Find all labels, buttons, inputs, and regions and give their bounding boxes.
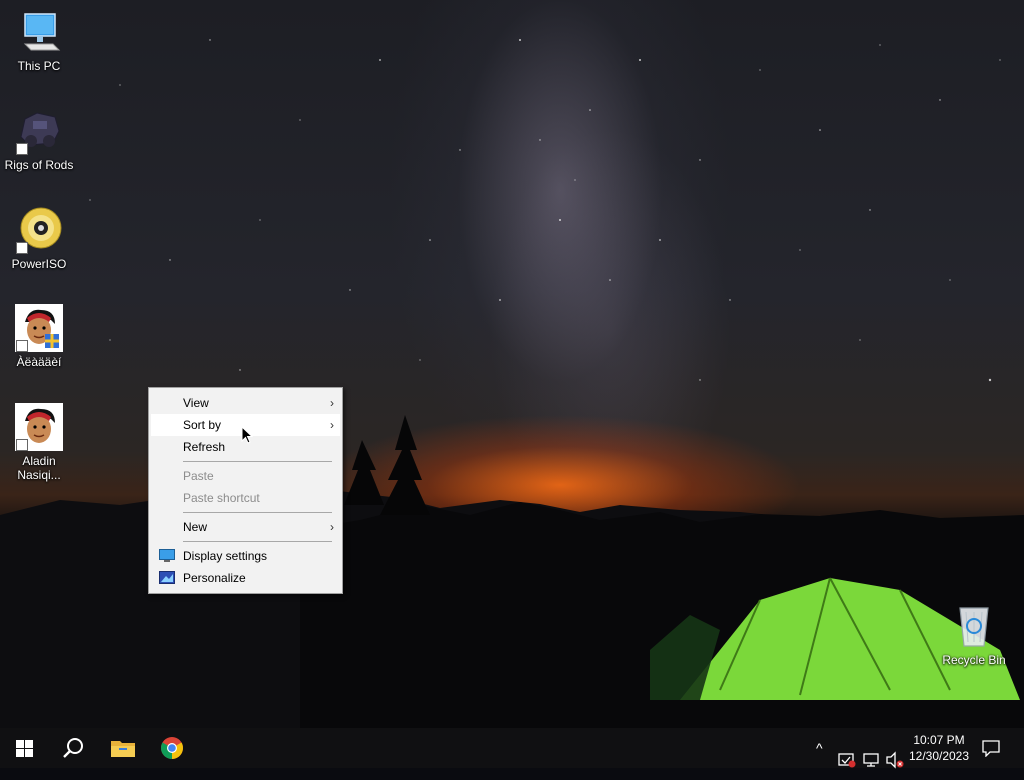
menu-item-paste[interactable]: Paste — [151, 465, 340, 487]
desktop-icon-label: PowerISO — [11, 257, 67, 271]
submenu-arrow-icon: › — [330, 418, 334, 432]
this-pc-icon — [23, 13, 61, 51]
desktop-icon-aladdin[interactable]: Àëàääèí — [1, 304, 77, 369]
shortcut-arrow-icon — [16, 439, 28, 451]
shortcut-arrow-icon — [16, 143, 28, 155]
search-icon — [63, 738, 83, 758]
desktop-icon-label: Rigs of Rods — [4, 158, 74, 172]
desktop-icon-label: Recycle Bin — [942, 653, 1006, 667]
security-icon[interactable] — [838, 740, 856, 780]
clock-time: 10:07 PM — [913, 733, 965, 747]
mouse-cursor-icon — [241, 426, 253, 444]
notification-center-icon[interactable] — [982, 740, 1000, 757]
menu-item-paste-shortcut[interactable]: Paste shortcut — [151, 487, 340, 509]
search-button[interactable] — [48, 728, 96, 768]
desktop-icon-label: This PC — [17, 59, 61, 73]
submenu-arrow-icon: › — [330, 520, 334, 534]
file-explorer-button[interactable] — [98, 728, 146, 768]
chrome-icon — [161, 737, 183, 759]
menu-item-display-settings[interactable]: Display settings — [151, 545, 340, 567]
volume-muted-icon[interactable] — [885, 740, 905, 780]
desktop-icon-poweriso[interactable]: PowerISO — [1, 206, 77, 271]
file-explorer-icon — [111, 741, 135, 757]
network-icon[interactable] — [862, 740, 880, 780]
desktop[interactable]: This PC Rigs of Rods PowerISO Àëàääèí Al… — [0, 0, 1024, 728]
desktop-icon-label: Aladin Nasiqi... — [17, 454, 61, 482]
taskbar: ^ 10:07 PM 12/30/2023 — [0, 728, 1024, 769]
desktop-icon-rigs-of-rods[interactable]: Rigs of Rods — [1, 107, 77, 172]
menu-separator — [183, 541, 332, 542]
shortcut-arrow-icon — [16, 340, 28, 352]
menu-item-view[interactable]: View › — [151, 392, 340, 414]
menu-item-new[interactable]: New › — [151, 516, 340, 538]
desktop-icon-aladin-nasiqi[interactable]: Aladin Nasiqi... — [1, 403, 77, 482]
desktop-icon-this-pc[interactable]: This PC — [1, 8, 77, 73]
clock-date: 12/30/2023 — [908, 749, 970, 763]
submenu-arrow-icon: › — [330, 396, 334, 410]
menu-separator — [183, 512, 332, 513]
desktop-context-menu: View › Sort by › Refresh Paste Paste sho… — [148, 387, 343, 594]
display-icon — [159, 549, 175, 562]
shortcut-arrow-icon — [16, 242, 28, 254]
start-icon — [16, 740, 33, 757]
chrome-button[interactable] — [148, 728, 196, 768]
menu-item-personalize[interactable]: Personalize — [151, 567, 340, 589]
recycle-bin-icon — [959, 607, 989, 647]
chevron-up-icon[interactable]: ^ — [816, 740, 823, 780]
personalize-icon — [159, 571, 175, 584]
menu-separator — [183, 461, 332, 462]
clock[interactable]: 10:07 PM 12/30/2023 — [904, 732, 974, 764]
start-button[interactable] — [0, 728, 48, 768]
desktop-icon-label: Àëàääèí — [16, 355, 62, 369]
desktop-icon-recycle-bin[interactable]: Recycle Bin — [936, 602, 1012, 667]
